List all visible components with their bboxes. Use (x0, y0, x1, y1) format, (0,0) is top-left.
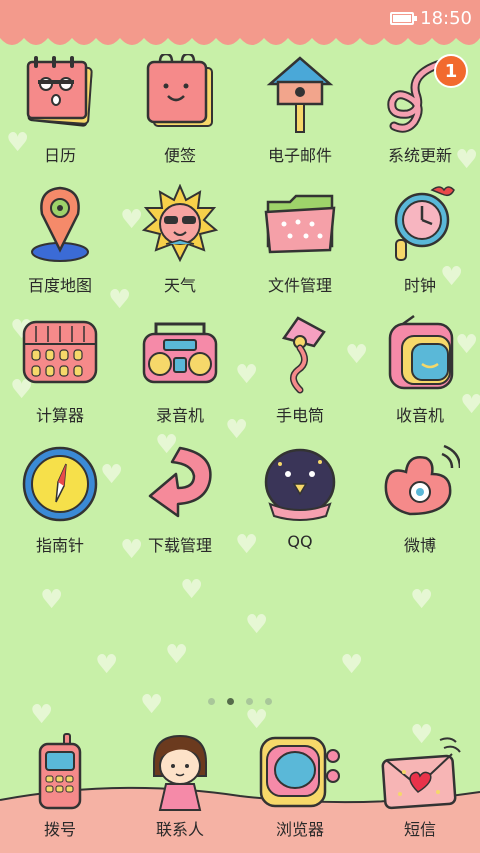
dock-phone[interactable]: 拨号 (0, 730, 120, 840)
app-flashlight[interactable]: 手电筒 (240, 312, 360, 442)
scallop-trim (0, 34, 480, 45)
app-baidu-map[interactable]: 百度地图 (0, 182, 120, 312)
weibo-eye-icon (378, 442, 462, 526)
page-indicator (0, 698, 480, 705)
penguin-icon (258, 442, 342, 526)
app-label: 手电筒 (275, 406, 324, 425)
app-weibo[interactable]: 微博 (360, 442, 480, 572)
app-label: 微博 (403, 536, 436, 555)
app-qq[interactable]: QQ (240, 442, 360, 572)
notification-badge: 1 (434, 54, 468, 88)
heart-decoration: ♥ (245, 610, 269, 640)
app-label: 指南针 (35, 536, 84, 555)
app-calculator[interactable]: 计算器 (0, 312, 120, 442)
app-label: 浏览器 (275, 820, 324, 839)
compass-icon (18, 442, 102, 526)
map-pin-icon (18, 182, 102, 266)
battery-icon (390, 11, 418, 25)
app-label: 天气 (163, 276, 196, 295)
heart-decoration: ♥ (410, 585, 434, 615)
app-weather[interactable]: 天气 (120, 182, 240, 312)
calendar-icon (18, 52, 102, 136)
app-label: 文件管理 (267, 276, 332, 295)
boombox-icon (138, 312, 222, 396)
app-label: 拨号 (43, 820, 76, 839)
app-label: 百度地图 (27, 276, 92, 295)
app-grid: 日历 便签 电子邮件 1 系统更新 百度地图 天气 文件管理 时钟 计算器 录音… (0, 52, 480, 572)
page-dot-active[interactable] (227, 698, 234, 705)
status-bar: 18:50 (0, 0, 480, 36)
dock: 拨号 联系人 浏览器 短信 (0, 730, 480, 840)
app-label: 联系人 (155, 820, 204, 839)
app-calendar[interactable]: 日历 (0, 52, 120, 182)
app-label: QQ (287, 532, 313, 551)
sun-icon (138, 182, 222, 266)
app-label: 短信 (403, 820, 436, 839)
dock-sms[interactable]: 短信 (360, 730, 480, 840)
app-radio[interactable]: 收音机 (360, 312, 480, 442)
envelope-heart-icon (375, 730, 465, 814)
page-dot[interactable] (208, 698, 215, 705)
lamp-icon (258, 312, 342, 396)
heart-decoration: ♥ (40, 585, 64, 615)
app-system-update[interactable]: 1 系统更新 (360, 52, 480, 182)
dock-contacts[interactable]: 联系人 (120, 730, 240, 840)
phone-icon (15, 730, 105, 814)
app-file-manager[interactable]: 文件管理 (240, 182, 360, 312)
calculator-icon (18, 312, 102, 396)
folder-icon (258, 182, 342, 266)
heart-decoration: ♥ (140, 690, 164, 720)
heart-decoration: ♥ (95, 650, 119, 680)
clock-icon (378, 182, 462, 266)
app-clock[interactable]: 时钟 (360, 182, 480, 312)
app-label: 下载管理 (147, 536, 212, 555)
browser-tv-icon (255, 730, 345, 814)
app-label: 时钟 (403, 276, 436, 295)
page-dot[interactable] (265, 698, 272, 705)
app-compass[interactable]: 指南针 (0, 442, 120, 572)
app-label: 收音机 (395, 406, 444, 425)
page-dot[interactable] (246, 698, 253, 705)
app-label: 便签 (163, 146, 196, 165)
app-notepad[interactable]: 便签 (120, 52, 240, 182)
app-label: 日历 (43, 146, 76, 165)
app-label: 电子邮件 (267, 146, 332, 165)
heart-decoration: ♥ (165, 640, 189, 670)
download-arrow-icon (138, 442, 222, 526)
girl-contact-icon (135, 730, 225, 814)
heart-decoration: ♥ (340, 650, 364, 680)
app-label: 计算器 (35, 406, 84, 425)
dock-browser[interactable]: 浏览器 (240, 730, 360, 840)
app-recorder[interactable]: 录音机 (120, 312, 240, 442)
radio-icon (378, 312, 462, 396)
app-label: 录音机 (155, 406, 204, 425)
heart-decoration: ♥ (180, 575, 204, 605)
status-time: 18:50 (420, 7, 472, 29)
app-label: 系统更新 (387, 146, 452, 165)
notepad-icon (138, 52, 222, 136)
app-email[interactable]: 电子邮件 (240, 52, 360, 182)
app-download-manager[interactable]: 下载管理 (120, 442, 240, 572)
birdhouse-mail-icon (258, 52, 342, 136)
